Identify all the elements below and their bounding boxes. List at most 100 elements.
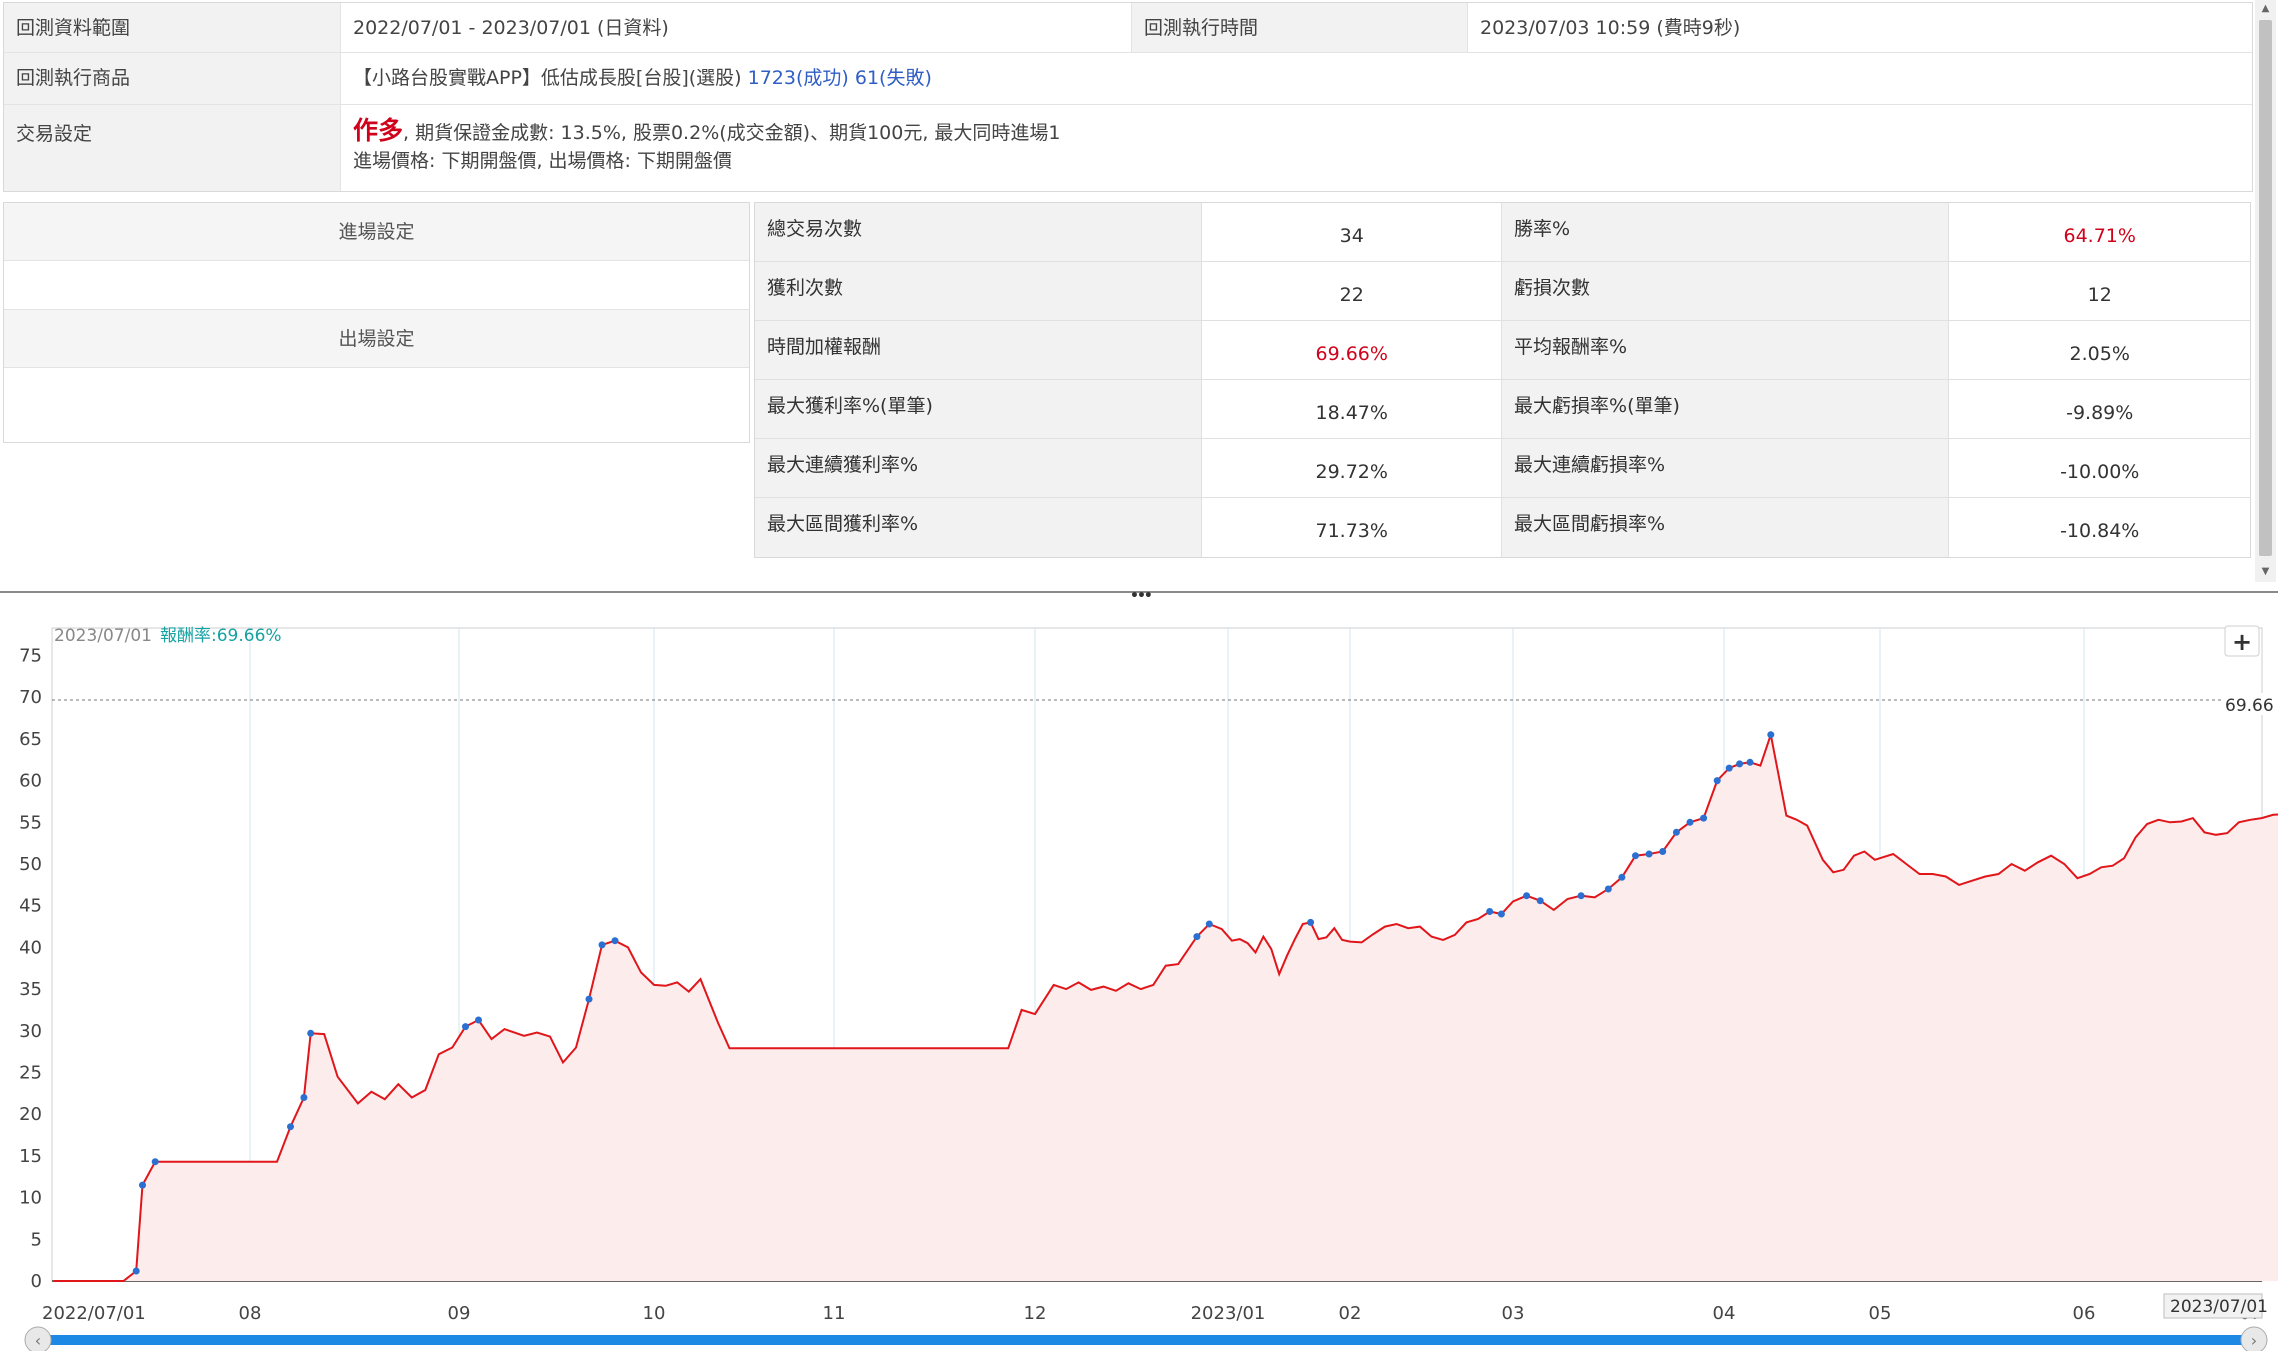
trade-marker: [598, 941, 606, 949]
x-axis: 2022/07/0108091011122023/01020304050607: [42, 1303, 2262, 1324]
y-tick-label: 70: [19, 687, 42, 708]
y-tick-label: 15: [19, 1146, 42, 1167]
stats-table: 總交易次數 34 勝率% 64.71% 獲利次數 22 虧損次數 12 時間加權…: [754, 202, 2251, 558]
exec-time-label: 回測執行時間: [1132, 3, 1468, 52]
scroll-up-arrow-icon[interactable]: ▲: [2255, 3, 2276, 14]
y-tick-label: 25: [19, 1063, 42, 1084]
info-row-product: 回測執行商品 【小路台股實戰APP】低估成長股[台股](選股) 1723(成功)…: [4, 53, 2252, 105]
stat-label: 總交易次數: [755, 203, 1203, 261]
stats-row: 獲利次數 22 虧損次數 12: [755, 262, 2250, 321]
entry-settings-header: 進場設定: [4, 203, 749, 261]
stat-value: -9.89%: [2066, 402, 2134, 424]
product-label: 回測執行商品: [4, 53, 341, 104]
stat-label: 獲利次數: [755, 262, 1203, 320]
chevron-right-icon[interactable]: ›: [2251, 1331, 2257, 1350]
splitter-grip-icon[interactable]: •••: [1130, 588, 1153, 604]
exec-time-value: 2023/07/03 10:59 (費時9秒): [1480, 17, 1741, 39]
stat-label: 最大連續虧損率%: [1502, 439, 1950, 497]
header-return: 報酬率:69.66%: [160, 626, 282, 646]
settings-panel: 進場設定 出場設定: [3, 202, 750, 443]
x-tick-label: 06: [2073, 1303, 2096, 1324]
trade-marker: [462, 1023, 469, 1031]
trade-marker: [1523, 892, 1531, 900]
trade-marker: [1205, 920, 1213, 928]
exit-settings-header: 出場設定: [4, 310, 749, 368]
trade-marker: [1672, 828, 1680, 836]
navigator-bar[interactable]: [50, 1335, 2256, 1345]
trade-marker: [1486, 908, 1494, 915]
trade-marker: [1736, 760, 1744, 768]
trade-marker: [1307, 918, 1315, 926]
trade-marker: [1193, 933, 1201, 941]
stat-label: 最大區間虧損率%: [1502, 498, 1950, 557]
trade-marker: [139, 1181, 146, 1189]
trade-marker: [151, 1158, 159, 1166]
product-fail-link[interactable]: 61(失敗): [855, 67, 932, 89]
stat-value: -10.84%: [2060, 520, 2140, 542]
trade-marker: [1536, 897, 1544, 905]
trade-marker: [585, 995, 593, 1003]
y-tick-label: 75: [19, 646, 42, 667]
trade-marker: [1767, 731, 1775, 739]
x-tick-label: 09: [448, 1303, 471, 1324]
stats-row: 最大連續獲利率% 29.72% 最大連續虧損率% -10.00%: [755, 439, 2250, 498]
y-tick-label: 0: [31, 1271, 42, 1292]
trade-marker: [1659, 848, 1667, 855]
vertical-scrollbar[interactable]: ▲ ▼: [2255, 0, 2276, 582]
trade-marker: [1686, 818, 1694, 826]
last-value-label: 69.66: [2225, 696, 2274, 716]
chevron-left-icon[interactable]: ‹: [35, 1331, 41, 1350]
trade-marker: [1618, 873, 1626, 881]
stat-value: 64.71%: [2063, 225, 2136, 247]
trade-marker: [1577, 892, 1585, 900]
trade-marker: [1645, 850, 1653, 858]
x-tick-label: 2022/07/01: [42, 1303, 146, 1324]
scroll-down-arrow-icon[interactable]: ▼: [2255, 566, 2276, 577]
trade-marker: [611, 937, 619, 945]
range-value: 2022/07/01 - 2023/07/01 (日資料): [341, 3, 1132, 52]
header-date: 2023/07/01: [54, 626, 152, 646]
trade-label: 交易設定: [4, 105, 341, 191]
x-tick-label: 08: [239, 1303, 262, 1324]
trade-marker: [1725, 764, 1733, 772]
stat-value: -10.00%: [2060, 461, 2140, 483]
y-tick-label: 20: [19, 1104, 42, 1125]
stats-row: 總交易次數 34 勝率% 64.71%: [755, 203, 2250, 262]
stats-row: 最大獲利率%(單筆) 18.47% 最大虧損率%(單筆) -9.89%: [755, 380, 2250, 439]
stat-label: 最大虧損率%(單筆): [1502, 380, 1950, 438]
y-tick-label: 10: [19, 1188, 42, 1209]
y-tick-label: 30: [19, 1021, 42, 1042]
scrollbar-thumb[interactable]: [2259, 20, 2272, 556]
info-row-trade: 交易設定 作多, 期貨保證金成數: 13.5%, 股票0.2%(成交金額)、期貨…: [4, 105, 2252, 191]
x-tick-label: 05: [1869, 1303, 1892, 1324]
x-tick-label: 12: [1024, 1303, 1047, 1324]
y-tick-label: 65: [19, 729, 42, 750]
stat-value: 18.47%: [1202, 380, 1503, 438]
y-axis: 0 5 10 15 20 25 30 35 40 45 50 55 60 65 70 75: [19, 646, 42, 1293]
trade-marker: [1713, 777, 1721, 785]
exit-settings-body: [4, 368, 749, 443]
stat-label: 平均報酬率%: [1502, 321, 1950, 379]
stat-label: 最大區間獲利率%: [755, 498, 1203, 557]
x-tick-label: 02: [1339, 1303, 1362, 1324]
stat-value: 12: [2087, 284, 2112, 306]
trade-marker: [1604, 885, 1612, 893]
trade-marker: [1632, 852, 1639, 860]
trade-marker: [307, 1029, 315, 1037]
trade-marker: [300, 1094, 308, 1101]
stat-value: 71.73%: [1202, 498, 1503, 557]
trade-marker: [475, 1016, 482, 1024]
stat-value: 2.05%: [2069, 343, 2130, 365]
trade-detail: , 期貨保證金成數: 13.5%, 股票0.2%(成交金額)、期貨100元, 最…: [403, 122, 1061, 144]
stat-value: 22: [1202, 262, 1503, 320]
range-label: 回測資料範圍: [4, 3, 341, 52]
y-tick-label: 45: [19, 896, 42, 917]
zoom-plus-icon[interactable]: +: [2232, 628, 2252, 656]
product-success-link[interactable]: 1723(成功): [748, 67, 849, 89]
trade-marker: [132, 1267, 140, 1275]
return-chart: 0 5 10 15 20 25 30 35 40 45 50 55 60 65 70 75 2022/07/0…: [0, 608, 2278, 1351]
y-tick-label: 35: [19, 979, 42, 1000]
x-tick-label: 04: [1713, 1303, 1736, 1324]
trade-value: 作多, 期貨保證金成數: 13.5%, 股票0.2%(成交金額)、期貨100元,…: [341, 105, 1073, 191]
stat-value: 69.66%: [1202, 321, 1503, 379]
